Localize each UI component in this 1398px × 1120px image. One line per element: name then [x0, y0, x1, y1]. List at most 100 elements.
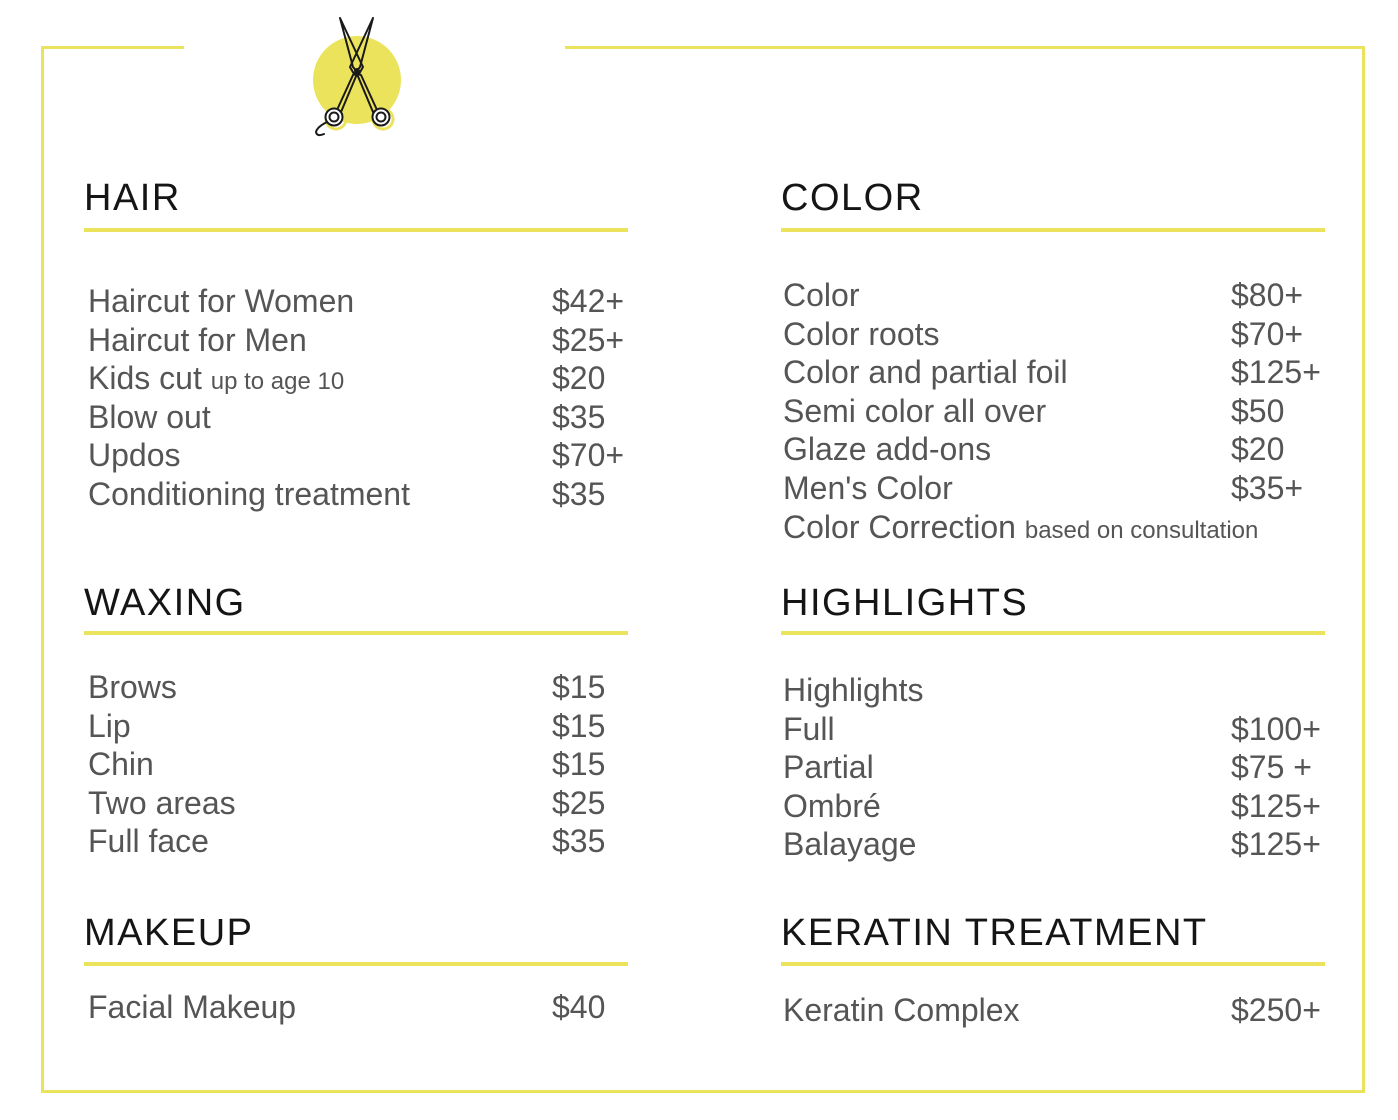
scissors-tail — [315, 121, 328, 137]
service-price: $20 — [1231, 431, 1285, 468]
section-title-waxing: WAXING — [84, 582, 246, 624]
service-price: $25+ — [552, 321, 625, 358]
section-title-highlights: HIGHLIGHTS — [781, 582, 1029, 624]
service-list: Highlights Full $100+ Partial $75 + Ombr… — [783, 671, 1323, 864]
service-name: Haircut for Men — [88, 321, 307, 358]
menu-item: Semi color all over $50 — [783, 392, 1323, 431]
menu-item: Full face $35 — [88, 822, 628, 861]
scissors-ring — [371, 107, 391, 127]
section-waxing: WAXING Brows $15 Lip $15 Chin $15 Two ar… — [84, 581, 628, 859]
service-name: Color and partial foil — [783, 354, 1068, 391]
menu-item: Facial Makeup $40 — [88, 988, 628, 1027]
service-name: Glaze add-ons — [783, 431, 992, 468]
section-divider — [781, 228, 1325, 232]
frame-top-right — [565, 46, 1365, 49]
service-name: Balayage — [783, 826, 917, 863]
menu-item: Haircut for Men $25+ — [88, 321, 628, 360]
service-price: $125+ — [1231, 826, 1321, 863]
scissors-pivot — [354, 68, 360, 74]
service-name: Updos — [88, 437, 181, 474]
service-name: Lip — [88, 707, 131, 744]
section-title-hair: HAIR — [84, 177, 181, 219]
section-highlights: HIGHLIGHTS Highlights Full $100+ Partial… — [781, 581, 1325, 862]
menu-item: Highlights — [783, 671, 1323, 710]
menu-item: Ombré $125+ — [783, 787, 1323, 826]
service-price: $40 — [552, 989, 606, 1025]
service-price: $15 — [552, 669, 606, 705]
service-name: Color roots — [783, 315, 940, 352]
section-divider — [84, 631, 628, 635]
service-name: Men's Color — [783, 469, 953, 506]
section-divider — [781, 962, 1325, 966]
service-name: Conditioning treatment — [88, 475, 410, 512]
service-name: Full — [783, 710, 835, 747]
service-price: $70+ — [1231, 315, 1304, 352]
service-name: Color — [783, 277, 860, 313]
service-name: Two areas — [88, 784, 236, 821]
service-name: Ombré — [783, 787, 881, 824]
section-title-makeup: MAKEUP — [84, 912, 254, 954]
menu-item: Glaze add-ons $20 — [783, 430, 1323, 469]
service-name: Full face — [88, 823, 209, 860]
service-list: Keratin Complex $250+ — [783, 991, 1323, 1030]
section-divider — [84, 962, 628, 966]
menu-item: Chin $15 — [88, 745, 628, 784]
service-list: Brows $15 Lip $15 Chin $15 Two areas $25… — [88, 668, 628, 861]
frame-top-left — [41, 46, 184, 49]
menu-item: Kids cut up to age 10 $20 — [88, 359, 628, 398]
service-price: $50 — [1231, 392, 1285, 429]
section-divider — [781, 631, 1325, 635]
service-name: Brows — [88, 669, 177, 705]
service-price: $125+ — [1231, 354, 1321, 391]
service-price: $25 — [552, 784, 606, 821]
scissors-ring — [324, 107, 344, 127]
service-price: $20 — [552, 360, 606, 397]
service-price: $15 — [552, 707, 606, 744]
service-name: Highlights — [783, 672, 924, 708]
menu-item: Lip $15 — [88, 707, 628, 746]
menu-item: Brows $15 — [88, 668, 628, 707]
menu-item: Updos $70+ — [88, 436, 628, 475]
section-hair: HAIR Haircut for Women $42+ Haircut for … — [84, 176, 628, 512]
service-list: Haircut for Women $42+ Haircut for Men $… — [88, 282, 628, 514]
menu-item: Haircut for Women $42+ — [88, 282, 628, 321]
menu-item: Color roots $70+ — [783, 315, 1323, 354]
menu-item: Keratin Complex $250+ — [783, 991, 1323, 1030]
service-name: Keratin Complex — [783, 992, 1020, 1028]
service-note: based on consultation — [1024, 516, 1259, 544]
service-name: Partial — [783, 749, 874, 786]
service-name: Color Correction — [783, 508, 1016, 545]
service-price: $100+ — [1231, 710, 1321, 747]
service-name: Semi color all over — [783, 392, 1047, 429]
service-price: $80+ — [1231, 277, 1304, 313]
service-price: $35+ — [1231, 469, 1304, 506]
section-makeup: MAKEUP Facial Makeup $40 — [84, 911, 628, 1111]
menu-item: Full $100+ — [783, 710, 1323, 749]
section-title-keratin: KERATIN TREATMENT — [781, 912, 1208, 954]
menu-item: Color and partial foil $125+ — [783, 353, 1323, 392]
service-price: $35 — [552, 475, 606, 512]
menu-item: Partial $75 + — [783, 748, 1323, 787]
menu-item: Conditioning treatment $35 — [88, 475, 628, 514]
service-name: Chin — [88, 746, 154, 783]
service-note: up to age 10 — [210, 368, 345, 396]
section-title-color: COLOR — [781, 177, 924, 219]
service-price: $75 + — [1231, 749, 1312, 786]
menu-item: Men's Color $35+ — [783, 469, 1323, 508]
service-name: Kids cut — [88, 360, 202, 397]
frame-right — [1362, 46, 1365, 1093]
menu-item: Color Correction based on consultation — [783, 508, 1323, 547]
frame-left — [41, 46, 44, 1093]
service-name: Haircut for Women — [88, 283, 355, 319]
section-color: COLOR Color $80+ Color roots $70+ Color … — [781, 176, 1325, 545]
service-price: $42+ — [552, 283, 625, 319]
service-name: Blow out — [88, 398, 211, 435]
service-list: Color $80+ Color roots $70+ Color and pa… — [783, 276, 1323, 546]
scissors-icon — [313, 17, 401, 137]
service-list: Facial Makeup $40 — [88, 988, 628, 1027]
service-price: $70+ — [552, 437, 625, 474]
menu-item: Two areas $25 — [88, 784, 628, 823]
service-price: $35 — [552, 398, 606, 435]
service-price: $250+ — [1231, 992, 1321, 1028]
menu-item: Blow out $35 — [88, 398, 628, 437]
